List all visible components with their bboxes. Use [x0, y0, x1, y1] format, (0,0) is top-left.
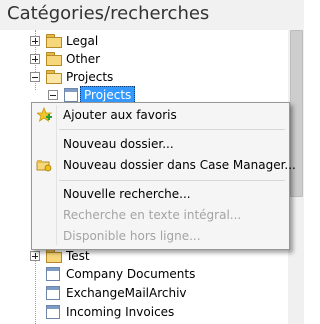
context-menu: Ajouter aux favoris Nouveau dossier... N…	[31, 102, 296, 250]
menu-item-fulltext-search: Recherche en texte intégral...	[63, 205, 241, 225]
expand-icon[interactable]	[30, 36, 40, 46]
menu-item-label: Ajouter aux favoris	[63, 108, 177, 122]
tree-item-legal[interactable]: Legal	[0, 32, 288, 50]
folder-icon	[46, 52, 62, 66]
tree-item-company-documents[interactable]: Company Documents	[0, 265, 288, 283]
collapse-icon[interactable]	[48, 90, 58, 100]
star-add-icon	[37, 107, 53, 122]
panel-title: Catégories/recherches	[7, 3, 210, 24]
menu-item-label: Nouveau dossier dans Case Manager...	[63, 158, 296, 172]
folder-icon	[46, 249, 62, 263]
case-folder-icon	[36, 160, 52, 172]
menu-item-label: Nouvelle recherche...	[63, 187, 191, 201]
menu-item-label: Recherche en texte intégral...	[63, 208, 242, 222]
tree-item-label: ExchangeMailArchiv	[66, 286, 187, 300]
folder-open-icon	[46, 70, 62, 84]
tree-item-incoming-invoices[interactable]: Incoming Invoices	[0, 303, 288, 321]
tree-item-exchange-mail-archiv[interactable]: ExchangeMailArchiv	[0, 284, 288, 302]
tree-item-label: Incoming Invoices	[66, 305, 175, 319]
folder-icon	[46, 34, 62, 48]
document-icon	[46, 286, 60, 300]
search-doc-icon	[64, 88, 78, 102]
menu-item-label: Disponible hors ligne...	[63, 229, 201, 243]
tree-item-label: Company Documents	[66, 267, 196, 281]
document-icon	[46, 267, 60, 281]
tree-item-other[interactable]: Other	[0, 50, 288, 68]
tree-item-label: Other	[66, 52, 101, 66]
tree-item-label: Projects	[66, 70, 114, 84]
panel-header: Catégories/recherches	[0, 0, 304, 30]
menu-item-add-favorites[interactable]: Ajouter aux favoris	[63, 105, 177, 125]
expand-icon[interactable]	[30, 251, 40, 261]
menu-item-new-folder-case-manager[interactable]: Nouveau dossier dans Case Manager...	[63, 155, 296, 175]
tree-item-projects-folder[interactable]: Projects	[0, 68, 288, 86]
menu-item-new-folder[interactable]: Nouveau dossier...	[63, 134, 174, 154]
vertical-scrollbar[interactable]	[288, 30, 304, 324]
menu-item-available-offline: Disponible hors ligne...	[63, 226, 201, 246]
menu-icon-gutter	[56, 105, 57, 245]
menu-separator	[59, 180, 285, 181]
menu-item-label: Nouveau dossier...	[63, 137, 174, 151]
document-icon	[46, 305, 60, 319]
menu-separator	[59, 129, 285, 130]
tree-item-label: Legal	[66, 34, 99, 48]
collapse-icon[interactable]	[30, 72, 40, 82]
expand-icon[interactable]	[30, 54, 40, 64]
menu-item-new-search[interactable]: Nouvelle recherche...	[63, 184, 191, 204]
